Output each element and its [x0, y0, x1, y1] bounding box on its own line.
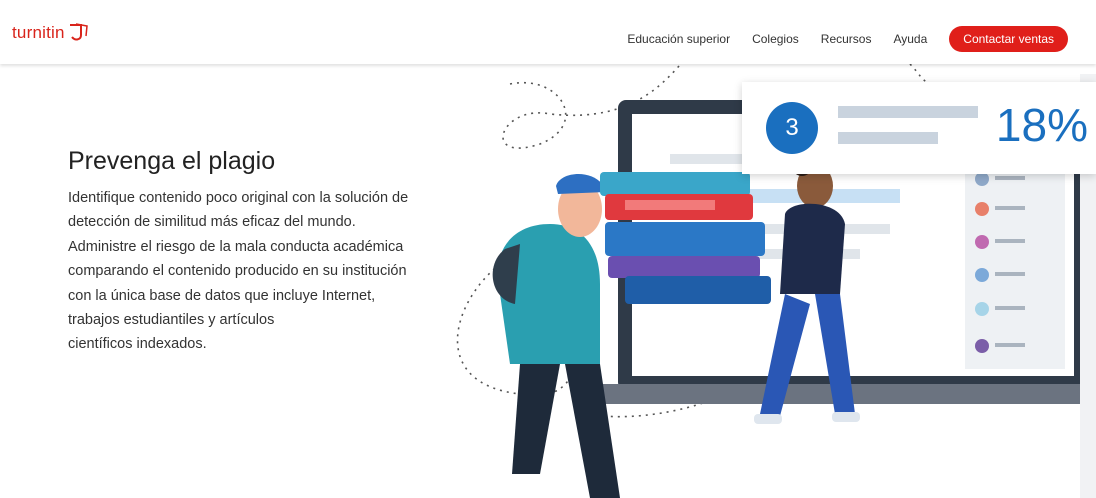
- site-header: turnitin Educación superior Colegios Rec…: [0, 0, 1096, 64]
- placeholder-bar: [838, 106, 978, 118]
- similarity-score-card: 3 18%: [742, 82, 1096, 174]
- nav-link-educacion-superior[interactable]: Educación superior: [627, 32, 730, 46]
- dotted-path-decoration-4: [909, 64, 931, 85]
- turnitin-logo[interactable]: turnitin: [12, 22, 91, 44]
- nav-link-ayuda[interactable]: Ayuda: [893, 32, 927, 46]
- main-nav: Educación superior Colegios Recursos Ayu…: [605, 26, 1068, 52]
- hero-title: Prevenga el plagio: [68, 147, 276, 175]
- nav-link-recursos[interactable]: Recursos: [821, 32, 872, 46]
- similarity-percentage: 18%: [995, 99, 1088, 151]
- student-figure: [492, 174, 620, 498]
- contact-sales-button[interactable]: Contactar ventas: [949, 26, 1068, 52]
- placeholder-bar: [838, 132, 938, 144]
- logo-text: turnitin: [12, 23, 65, 42]
- nav-link-colegios[interactable]: Colegios: [752, 32, 799, 46]
- books-stack-icon: [600, 172, 771, 304]
- logo-mark-icon: [69, 23, 88, 41]
- match-count-badge: 3: [766, 102, 818, 154]
- hero-body-text: Identifique contenido poco original con …: [68, 190, 409, 353]
